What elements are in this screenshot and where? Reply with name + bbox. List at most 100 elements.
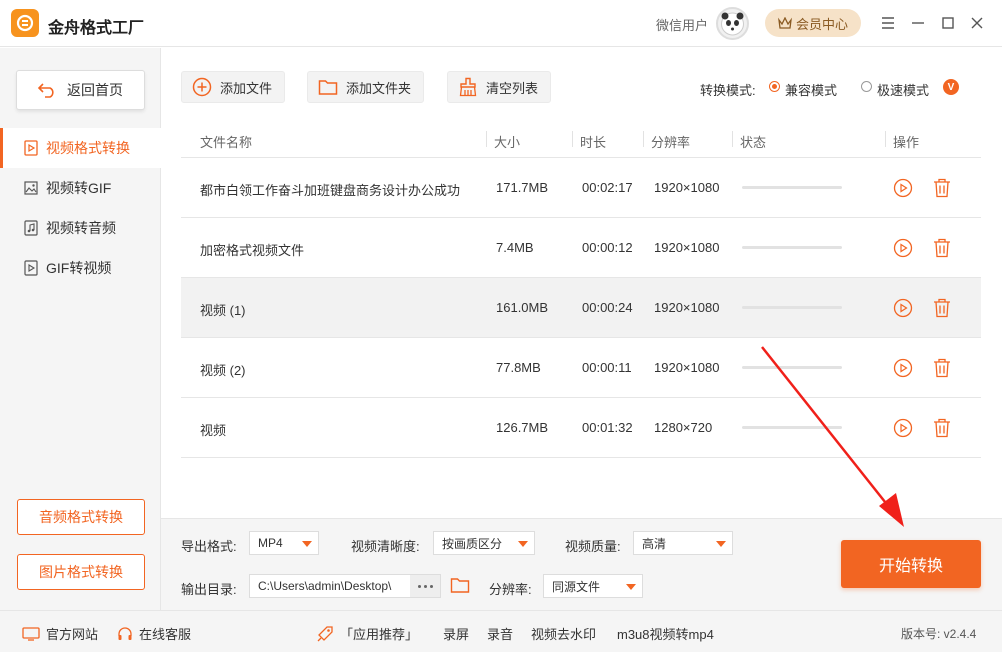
- delete-button[interactable]: [931, 297, 953, 319]
- monitor-icon: [22, 626, 40, 641]
- vip-center-label: 会员中心: [795, 16, 848, 32]
- browse-button[interactable]: [410, 575, 440, 597]
- version-label: 版本号: v2.4.4: [901, 627, 977, 641]
- table-row[interactable]: 视频 126.7MB 00:01:32 1280×720: [181, 398, 981, 458]
- caret-down-icon: [716, 541, 726, 547]
- sidebar-item-video-to-audio[interactable]: 视频转音频: [0, 208, 161, 248]
- broom-icon: [459, 77, 477, 97]
- vip-center-button[interactable]: 会员中心: [765, 9, 861, 37]
- column-divider: [885, 131, 886, 147]
- footer-link-m3u8-to-mp4[interactable]: m3u8视频转mp4: [617, 624, 714, 643]
- maximize-button[interactable]: [937, 12, 959, 34]
- play-button[interactable]: [892, 417, 914, 439]
- avatar[interactable]: [716, 7, 749, 40]
- sidebar-item-label: 视频转音频: [46, 220, 116, 236]
- output-dir-field[interactable]: C:\Users\admin\Desktop\: [249, 574, 441, 598]
- headset-icon: [118, 626, 132, 640]
- footer-link-record-audio[interactable]: 录音: [487, 624, 513, 643]
- file-duration: 00:02:17: [582, 180, 633, 195]
- online-service-link[interactable]: 在线客服: [117, 624, 191, 643]
- file-name: 加密格式视频文件: [200, 243, 305, 258]
- delete-button[interactable]: [931, 177, 953, 199]
- format-label: 导出格式:: [181, 539, 237, 554]
- maximize-icon: [942, 17, 954, 29]
- trash-icon: [934, 418, 950, 438]
- quality-value: 高清: [642, 536, 667, 551]
- delete-button[interactable]: [931, 357, 953, 379]
- delete-button[interactable]: [931, 417, 953, 439]
- column-divider: [486, 131, 487, 147]
- play-button[interactable]: [892, 177, 914, 199]
- table-header: 文件名称 大小 时长 分辨率 状态 操作: [181, 122, 981, 158]
- play-button[interactable]: [892, 357, 914, 379]
- file-size: 77.8MB: [496, 360, 541, 375]
- sidebar-item-video-convert[interactable]: 视频格式转换: [0, 128, 161, 168]
- play-icon: [893, 418, 913, 438]
- close-icon: [971, 17, 983, 29]
- file-resolution: 1920×1080: [654, 180, 720, 195]
- sidebar-item-video-to-gif[interactable]: 视频转GIF: [0, 168, 161, 208]
- add-folder-label: 添加文件夹: [346, 80, 412, 96]
- file-size: 161.0MB: [496, 300, 549, 315]
- mode-fast-label[interactable]: 极速模式: [877, 80, 929, 99]
- play-icon: [893, 178, 913, 198]
- file-duration: 00:00:24: [582, 300, 633, 315]
- official-website-link[interactable]: 官方网站: [22, 624, 98, 643]
- sidebar-item-gif-to-video[interactable]: GIF转视频: [0, 248, 161, 288]
- trash-icon: [934, 178, 950, 198]
- file-name: 视频: [200, 423, 227, 438]
- mode-compat-label[interactable]: 兼容模式: [785, 80, 837, 99]
- file-size: 7.4MB: [496, 240, 534, 255]
- add-folder-button[interactable]: 添加文件夹: [307, 71, 425, 103]
- file-name: 都市白领工作奋斗加班键盘商务设计办公成功: [200, 183, 461, 198]
- menu-button[interactable]: [877, 12, 899, 34]
- menu-icon: [882, 17, 894, 29]
- sidebar-item-label: 视频格式转换: [46, 140, 130, 156]
- close-button[interactable]: [966, 12, 988, 34]
- footer-link-remove-watermark[interactable]: 视频去水印: [531, 624, 596, 643]
- open-folder-button[interactable]: [450, 576, 470, 597]
- app-recommend-link[interactable]: 「应用推荐」: [316, 624, 418, 643]
- file-resolution: 1280×720: [654, 420, 713, 435]
- play-button[interactable]: [892, 237, 914, 259]
- logo-icon: [16, 14, 34, 32]
- quality-label: 视频质量:: [565, 539, 621, 554]
- header-status: 状态: [740, 135, 767, 150]
- file-size: 171.7MB: [496, 180, 549, 195]
- mode-fast-radio[interactable]: [861, 81, 872, 92]
- progress-bar: [742, 186, 842, 189]
- back-arrow-icon: [37, 83, 54, 98]
- table-row[interactable]: 视频 (1) 161.0MB 00:00:24 1920×1080: [181, 278, 981, 338]
- progress-bar: [742, 246, 842, 249]
- footer-link-record-screen[interactable]: 录屏: [443, 624, 469, 643]
- column-divider: [572, 131, 573, 147]
- start-convert-button[interactable]: 开始转换: [841, 540, 981, 588]
- table-row[interactable]: 加密格式视频文件 7.4MB 00:00:12 1920×1080: [181, 218, 981, 278]
- audio-file-icon: [24, 220, 38, 236]
- caret-down-icon: [302, 541, 312, 547]
- quality-select[interactable]: 高清: [633, 531, 733, 555]
- crown-icon: [778, 17, 792, 29]
- back-home-label: 返回首页: [67, 82, 123, 98]
- image-convert-button[interactable]: 图片格式转换: [17, 554, 145, 590]
- audio-convert-button[interactable]: 音频格式转换: [17, 499, 145, 535]
- mode-compat-radio[interactable]: [769, 81, 780, 92]
- clarity-select[interactable]: 按画质区分: [433, 531, 535, 555]
- format-select[interactable]: MP4: [249, 531, 319, 555]
- table-row[interactable]: 视频 (2) 77.8MB 00:00:11 1920×1080: [181, 338, 981, 398]
- rocket-icon: [317, 625, 333, 641]
- minimize-button[interactable]: [907, 12, 929, 34]
- format-value: MP4: [258, 536, 283, 550]
- back-home-button[interactable]: 返回首页: [16, 70, 145, 110]
- play-button[interactable]: [892, 297, 914, 319]
- clear-list-button[interactable]: 清空列表: [447, 71, 552, 103]
- sidebar-item-label: GIF转视频: [46, 260, 112, 276]
- file-resolution: 1920×1080: [654, 360, 720, 375]
- add-file-button[interactable]: 添加文件: [181, 71, 286, 103]
- header-size: 大小: [494, 135, 521, 150]
- table-row[interactable]: 都市白领工作奋斗加班键盘商务设计办公成功 171.7MB 00:02:17 19…: [181, 158, 981, 218]
- caret-down-icon: [626, 584, 636, 590]
- resolution-select[interactable]: 同源文件: [543, 574, 643, 598]
- delete-button[interactable]: [931, 237, 953, 259]
- user-name[interactable]: 微信用户: [656, 15, 708, 34]
